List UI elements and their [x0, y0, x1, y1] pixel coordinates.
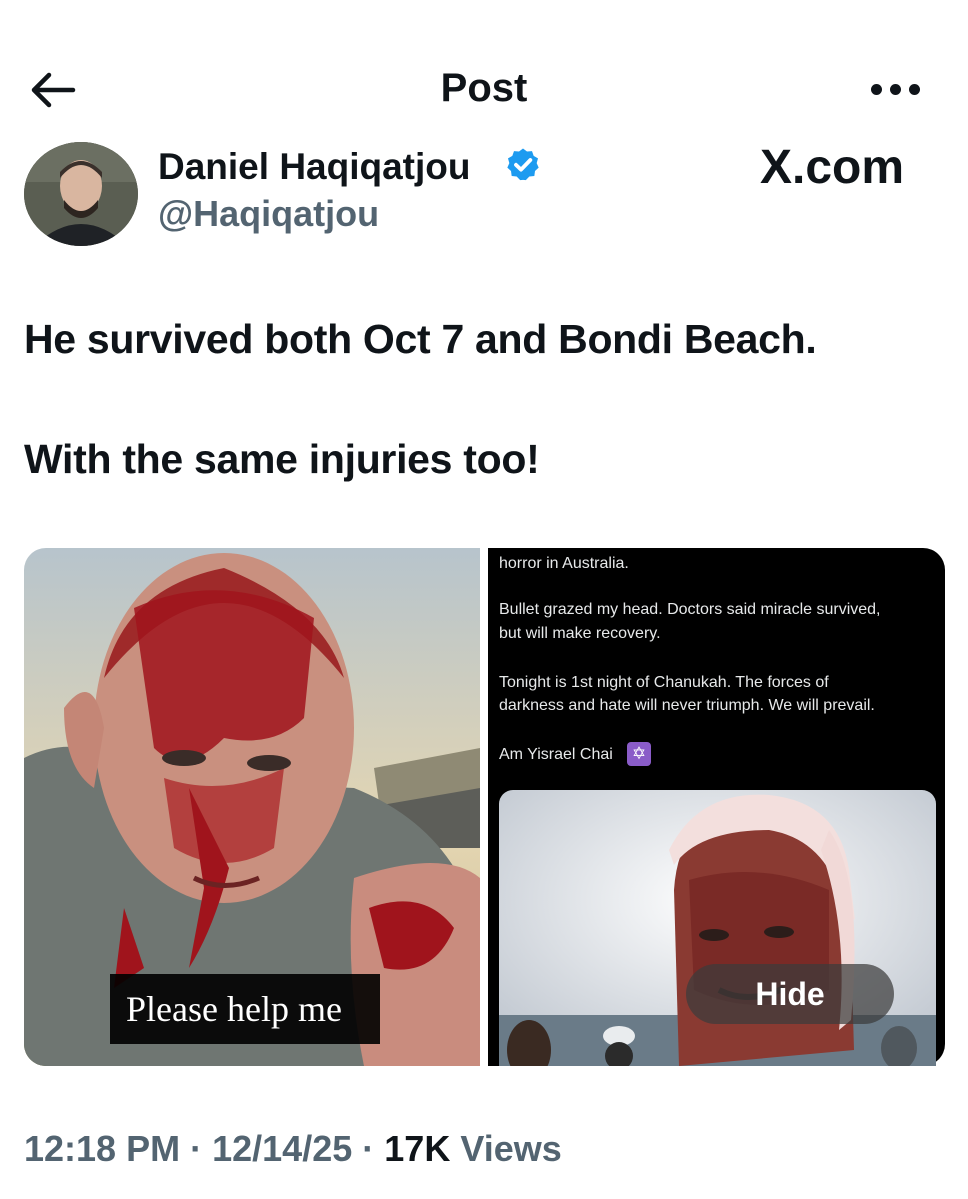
more-horizontal-icon [870, 83, 882, 95]
avatar[interactable] [24, 142, 138, 246]
more-options-button[interactable] [860, 66, 930, 112]
image-caption: Please help me [126, 989, 342, 1029]
page-title: Post [440, 66, 528, 110]
author-handle[interactable]: @Haqiqatjou [158, 193, 379, 235]
star-of-david-icon: ✡ [627, 742, 651, 766]
embedded-post-line: horror in Australia. [499, 555, 629, 572]
separator: · [362, 1128, 375, 1169]
hide-button[interactable]: Hide [686, 964, 894, 1024]
tweet-text-line: With the same injuries too! [24, 436, 540, 482]
tweet-text-line: He survived both Oct 7 and Bondi Beach. [24, 316, 817, 362]
watermark: X.com [760, 141, 905, 194]
views-count[interactable]: 17K [384, 1128, 450, 1169]
embedded-photo [499, 790, 936, 1066]
embedded-post-line: Am Yisrael Chai [499, 746, 613, 763]
embedded-post-line: Tonight is 1st night of Chanukah. The fo… [499, 674, 829, 691]
avatar-image [24, 142, 138, 246]
author-name[interactable]: Daniel Haqiqatjou [158, 146, 470, 188]
post-time[interactable]: 12:18 PM [24, 1128, 180, 1169]
verified-badge-icon [507, 148, 539, 181]
separator: · [190, 1128, 203, 1169]
views-label: Views [460, 1128, 562, 1169]
embedded-post-line: Bullet grazed my head. Doctors said mira… [499, 601, 881, 618]
post-date[interactable]: 12/14/25 [212, 1128, 352, 1169]
post-meta: 12:18 PM · 12/14/25 · 17K Views [24, 1128, 562, 1170]
embedded-post-line: but will make recovery. [499, 625, 661, 642]
embedded-post-line: darkness and hate will never triumph. We… [499, 697, 875, 714]
